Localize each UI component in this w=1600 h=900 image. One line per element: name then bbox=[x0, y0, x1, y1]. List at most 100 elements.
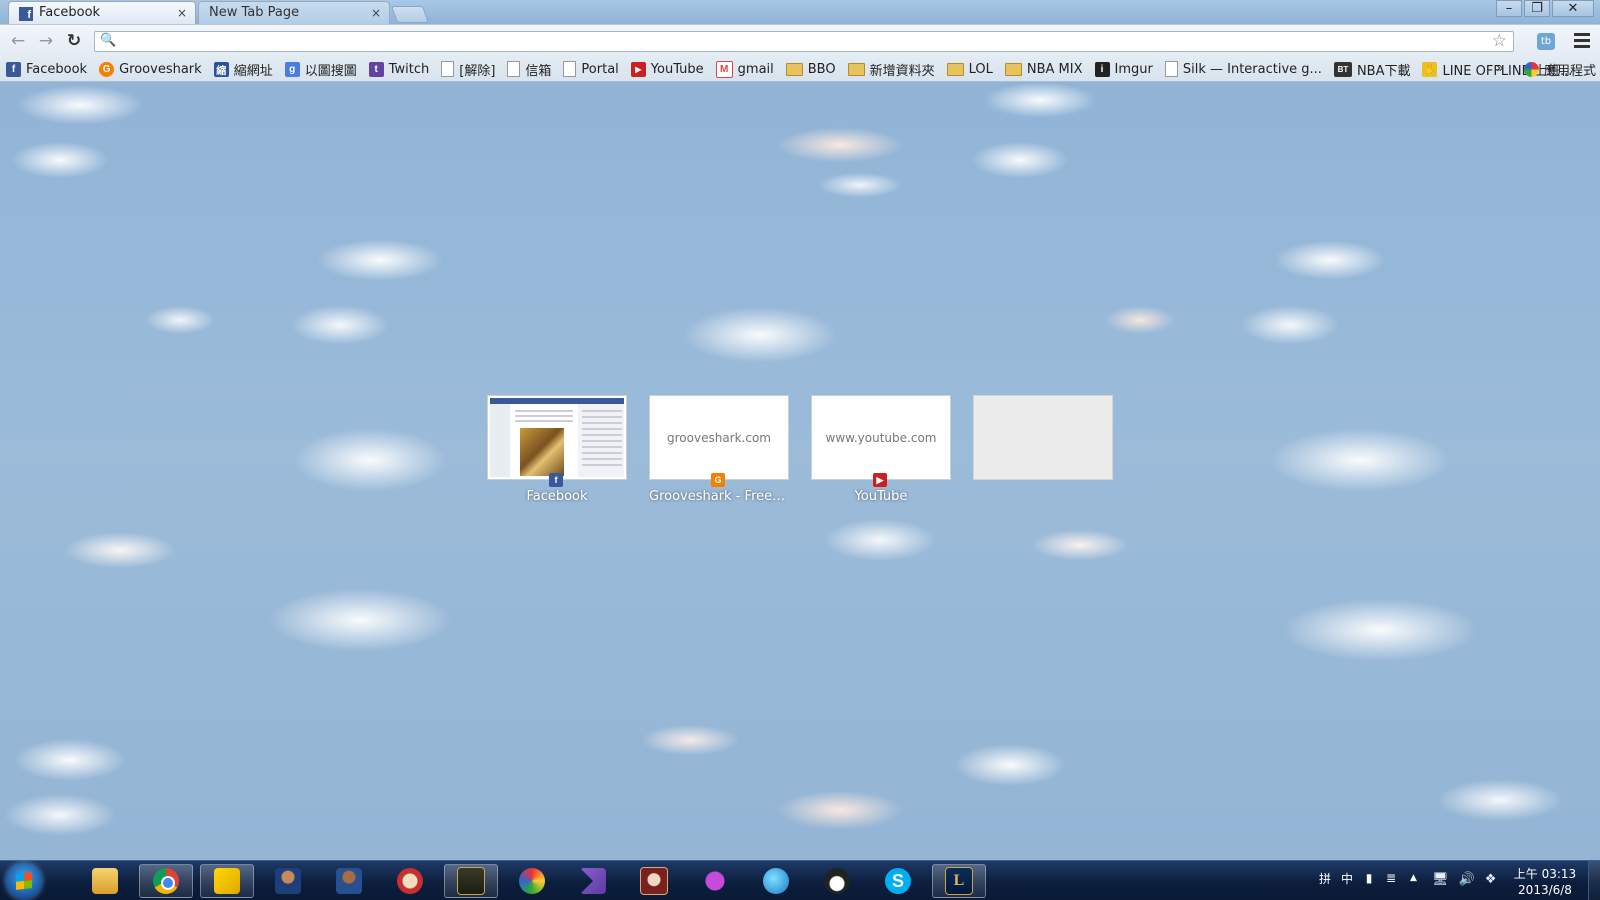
most-visited-tile[interactable]: www.youtube.com ▶ YouTube bbox=[811, 395, 951, 504]
taskbar-app[interactable]: S bbox=[871, 864, 925, 898]
bookmark-item[interactable]: 新增資料夾 bbox=[847, 60, 935, 79]
google-icon: g bbox=[284, 61, 300, 77]
taskbar-app[interactable] bbox=[444, 864, 498, 898]
bookmark-label: BBO bbox=[807, 61, 836, 77]
ime-indicator[interactable]: 中 bbox=[1340, 871, 1354, 886]
chrome-menu-icon[interactable] bbox=[1574, 33, 1590, 49]
folder-icon bbox=[946, 62, 964, 76]
close-icon[interactable]: × bbox=[177, 6, 187, 20]
window-controls: – ❐ ✕ bbox=[1496, 0, 1594, 17]
bookmark-label: [解除] bbox=[459, 63, 496, 79]
bookmarks-bar: f Facebook G Grooveshark 縮縮網址 g 以圖搜圖 t Twitch [解除… bbox=[0, 57, 1600, 82]
skype-icon: S bbox=[885, 868, 911, 894]
show-hidden-icons-button[interactable]: ▲ bbox=[1410, 873, 1417, 883]
bookmark-label: Portal bbox=[581, 61, 619, 77]
line-icon: ✋ bbox=[1422, 61, 1438, 77]
ime-toolbar: 拼中 ▮ ≣ bbox=[1318, 871, 1398, 886]
taskbar-app[interactable] bbox=[139, 864, 193, 898]
bookmark-item[interactable]: G Grooveshark bbox=[99, 61, 202, 77]
tab-title: Facebook bbox=[39, 5, 101, 20]
bookmark-item[interactable]: 信箱 bbox=[507, 60, 551, 79]
forward-button[interactable]: → bbox=[36, 31, 56, 51]
league-client-icon: L bbox=[945, 867, 973, 895]
ime-indicator[interactable]: 拼 bbox=[1318, 871, 1332, 886]
bookmark-item[interactable]: i Imgur bbox=[1094, 61, 1153, 77]
most-visited-tile[interactable]: grooveshark.com G Grooveshark - Free Mu... bbox=[649, 395, 789, 504]
volume-icon[interactable]: 🔊 bbox=[1459, 872, 1475, 887]
bookmark-item[interactable]: [解除] bbox=[441, 60, 495, 79]
omnibox-input[interactable] bbox=[117, 33, 1481, 52]
new-tab-button[interactable] bbox=[390, 6, 430, 23]
taskbar-app[interactable] bbox=[627, 864, 681, 898]
search-icon: 🔍 bbox=[100, 33, 117, 48]
most-visited-tile[interactable]: f Facebook bbox=[487, 395, 627, 504]
bookmark-item[interactable]: BT NBA下載 bbox=[1333, 60, 1411, 79]
bookmark-label: 新增資料夾 bbox=[869, 63, 935, 79]
character-icon bbox=[640, 867, 668, 895]
extension-icon[interactable]: tb bbox=[1537, 33, 1555, 50]
omnibox[interactable]: 🔍 ☆ bbox=[94, 31, 1514, 52]
taskbar-app[interactable]: L bbox=[932, 864, 986, 898]
taskbar-app[interactable] bbox=[810, 864, 864, 898]
taskbar-app[interactable] bbox=[566, 864, 620, 898]
ime-indicator[interactable]: ≣ bbox=[1384, 871, 1398, 885]
page-icon bbox=[563, 61, 577, 77]
bookmark-item[interactable]: g 以圖搜圖 bbox=[284, 60, 357, 79]
tab-new-tab-page[interactable]: New Tab Page × bbox=[198, 1, 390, 24]
page-icon bbox=[441, 61, 455, 77]
taskbar-app[interactable] bbox=[749, 864, 803, 898]
bookmark-item[interactable]: NBA MIX bbox=[1004, 61, 1083, 77]
bookmark-item[interactable]: Mgmail bbox=[715, 60, 774, 78]
paint-icon bbox=[519, 868, 545, 894]
taskbar-app[interactable] bbox=[322, 864, 376, 898]
bookmark-label: NBA MIX bbox=[1026, 61, 1083, 77]
close-window-button[interactable]: ✕ bbox=[1552, 0, 1594, 17]
start-button[interactable] bbox=[6, 863, 42, 899]
back-button[interactable]: ← bbox=[8, 31, 28, 51]
windows-logo-icon bbox=[16, 872, 32, 890]
explorer-icon bbox=[92, 868, 118, 894]
folder-icon bbox=[785, 62, 803, 76]
bookmark-item[interactable]: f Facebook bbox=[6, 61, 87, 77]
show-desktop-button[interactable] bbox=[1588, 861, 1600, 900]
lol-old-icon bbox=[457, 867, 485, 895]
imgur-icon: i bbox=[1094, 61, 1110, 77]
restore-button[interactable]: ❐ bbox=[1524, 0, 1550, 17]
bookmark-item[interactable]: BBO bbox=[785, 61, 836, 77]
tab-facebook[interactable]: f Facebook × bbox=[8, 1, 196, 24]
page-screenshot bbox=[490, 398, 624, 477]
clock-time: 上午 03:13 bbox=[1513, 867, 1577, 881]
bookmark-label: NBA下載 bbox=[1356, 63, 1411, 79]
bookmark-label: YouTube bbox=[650, 61, 704, 77]
network-icon[interactable]: 🖥 bbox=[1432, 872, 1449, 887]
most-visited-tiles: f Facebook grooveshark.com G Grooveshark - F… bbox=[487, 395, 1113, 504]
page-icon bbox=[1164, 61, 1178, 77]
minimize-button[interactable]: – bbox=[1496, 0, 1522, 17]
taskbar-app[interactable] bbox=[78, 864, 132, 898]
taskbar-app[interactable] bbox=[200, 864, 254, 898]
facebook-icon: f bbox=[19, 7, 33, 21]
bookmark-star-icon[interactable]: ☆ bbox=[1492, 31, 1507, 51]
taskbar-app[interactable] bbox=[383, 864, 437, 898]
bookmark-item[interactable]: LOL bbox=[946, 62, 993, 77]
tile-title: YouTube bbox=[854, 489, 908, 504]
bookmark-item[interactable]: 縮縮網址 bbox=[213, 60, 273, 79]
player-avatar-icon-2 bbox=[336, 868, 362, 894]
taskbar-app[interactable] bbox=[261, 864, 315, 898]
most-visited-empty-tile bbox=[973, 395, 1113, 504]
bookmarks-overflow-button[interactable]: » bbox=[1496, 61, 1504, 76]
dropbox-icon[interactable]: ❖ bbox=[1485, 872, 1497, 887]
close-icon[interactable]: × bbox=[371, 6, 381, 20]
bookmark-item[interactable]: ▶ YouTube bbox=[630, 61, 704, 77]
apps-shortcut[interactable]: 應用程式 bbox=[1524, 60, 1596, 79]
reload-button[interactable]: ↻ bbox=[64, 31, 84, 51]
bookmark-label: Grooveshark bbox=[119, 61, 202, 77]
ime-indicator[interactable]: ▮ bbox=[1362, 871, 1376, 885]
clock[interactable]: 上午 03:13 2013/6/8 bbox=[1512, 866, 1578, 898]
bookmark-item[interactable]: t Twitch bbox=[368, 61, 429, 77]
taskbar-app[interactable] bbox=[688, 864, 742, 898]
bookmark-item[interactable]: Silk — Interactive g... bbox=[1164, 61, 1322, 77]
tile-favicon-icon: ▶ bbox=[873, 473, 887, 487]
taskbar-app[interactable] bbox=[505, 864, 559, 898]
bookmark-item[interactable]: Portal bbox=[563, 61, 619, 77]
